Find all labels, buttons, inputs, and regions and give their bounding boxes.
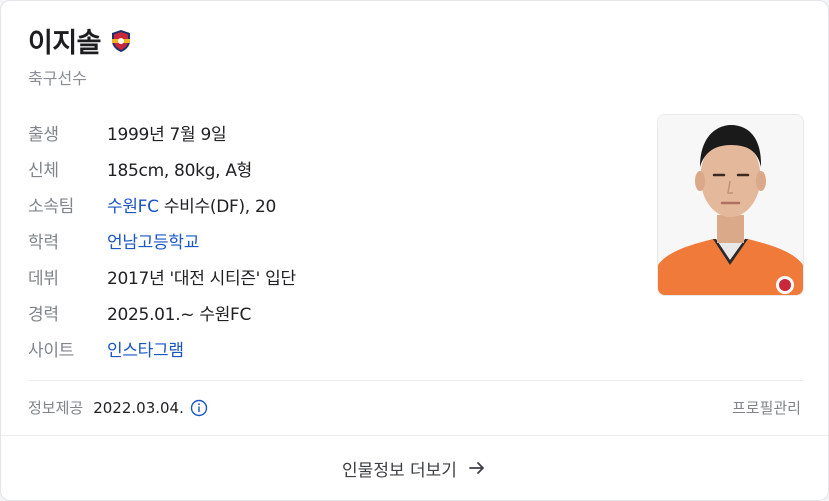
info-table: 출생 1999년 7월 9일 신체 185cm, 80kg, A형 소속팀 수원… xyxy=(28,114,296,366)
info-row-body: 신체 185cm, 80kg, A형 xyxy=(28,150,296,186)
name-row: 이지솔 xyxy=(28,21,133,60)
info-row-birth: 출생 1999년 7월 9일 xyxy=(28,114,296,150)
info-value: 2017년 '대전 시티즌' 입단 xyxy=(107,268,296,289)
info-row-site: 사이트 인스타그램 xyxy=(28,330,296,366)
suwon-fc-badge-icon xyxy=(112,29,131,52)
profile-manage-link[interactable]: 프로필관리 xyxy=(732,397,801,418)
info-row-education: 학력 언남고등학교 xyxy=(28,222,296,258)
info-label: 경력 xyxy=(28,304,59,325)
arrow-right-icon xyxy=(469,462,484,474)
player-portrait xyxy=(658,115,803,295)
info-value: 1999년 7월 9일 xyxy=(107,124,227,145)
source-date: 2022.03.04. xyxy=(93,398,184,417)
info-value: 수비수(DF), 20 xyxy=(158,196,277,217)
info-row-debut: 데뷔 2017년 '대전 시티즌' 입단 xyxy=(28,258,296,294)
info-label: 출생 xyxy=(28,124,59,145)
info-row-career: 경력 2025.01.~ 수원FC xyxy=(28,294,296,330)
info-label: 소속팀 xyxy=(28,196,75,217)
person-name: 이지솔 xyxy=(28,28,102,59)
source-label: 정보제공 xyxy=(28,399,84,417)
info-label: 사이트 xyxy=(28,340,75,361)
profile-card: 이지솔 축구선수 출생 1999년 7월 9일 신체 185cm, 80kg, … xyxy=(0,0,829,501)
info-value: 185cm, 80kg, A형 xyxy=(107,160,253,181)
school-link[interactable]: 언남고등학교 xyxy=(107,228,199,253)
info-value: 2025.01.~ 수원FC xyxy=(107,304,252,325)
more-info-label: 인물정보 더보기 xyxy=(342,460,457,481)
more-info-button[interactable]: 인물정보 더보기 xyxy=(1,436,828,500)
info-label: 신체 xyxy=(28,160,59,181)
info-circle-icon[interactable] xyxy=(190,399,208,417)
occupation: 축구선수 xyxy=(28,69,87,88)
divider xyxy=(28,380,803,381)
info-row-team: 소속팀 수원FC 수비수(DF), 20 xyxy=(28,186,296,222)
info-label: 데뷔 xyxy=(28,268,59,289)
source-info: 정보제공 2022.03.04. xyxy=(28,397,208,418)
instagram-link[interactable]: 인스타그램 xyxy=(107,336,184,361)
team-link[interactable]: 수원FC xyxy=(107,192,159,217)
info-label: 학력 xyxy=(28,232,59,253)
profile-photo[interactable] xyxy=(657,114,804,296)
